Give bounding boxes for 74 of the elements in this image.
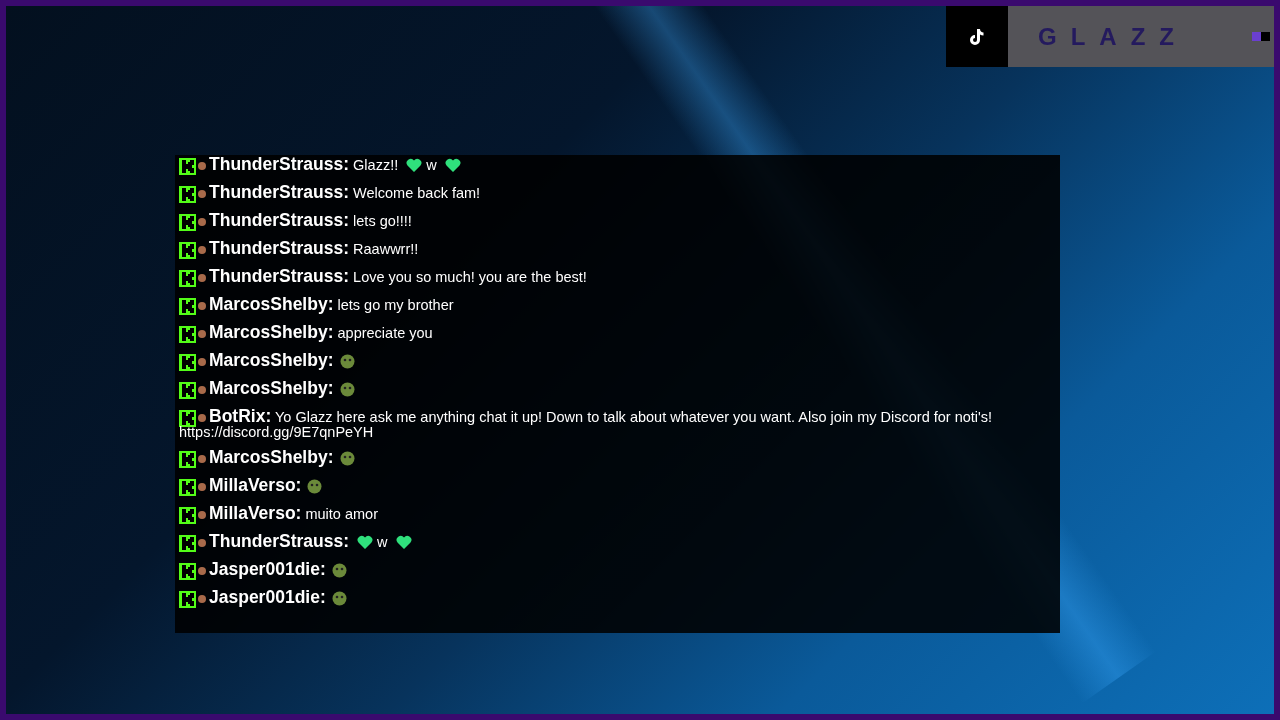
badge-icon xyxy=(198,218,206,226)
badge-icon xyxy=(198,358,206,366)
username: ThunderStrauss: xyxy=(209,266,350,286)
message-text: Welcome back fam! xyxy=(353,185,481,201)
message-text: appreciate you xyxy=(337,325,433,341)
username: ThunderStrauss: xyxy=(209,238,350,258)
square-icon xyxy=(1261,32,1270,41)
k-badge-icon xyxy=(179,214,196,231)
badge-icon xyxy=(198,414,206,422)
badge-icon xyxy=(198,511,206,519)
username: MarcosShelby: xyxy=(209,322,334,342)
badge-icon xyxy=(198,386,206,394)
message-text: lets go my brother xyxy=(337,297,454,313)
badge-icon xyxy=(198,162,206,170)
k-badge-icon xyxy=(179,535,196,552)
k-badge-icon xyxy=(179,410,196,427)
message-text: Glazz!! xyxy=(353,157,399,173)
k-badge-icon xyxy=(179,591,196,608)
heart-icon xyxy=(395,535,412,549)
username: MarcosShelby: xyxy=(209,447,334,467)
username: ThunderStrauss: xyxy=(209,154,350,174)
username: MillaVerso: xyxy=(209,503,302,523)
username: Jasper001die: xyxy=(209,559,326,579)
square-icon xyxy=(1252,32,1261,41)
badge-icon xyxy=(198,455,206,463)
k-badge-icon xyxy=(179,326,196,343)
emote-icon xyxy=(339,382,355,397)
k-badge-icon xyxy=(179,354,196,371)
username: MarcosShelby: xyxy=(209,350,334,370)
badge-icon xyxy=(198,190,206,198)
badge-icon xyxy=(198,567,206,575)
k-badge-icon xyxy=(179,563,196,580)
username: MillaVerso: xyxy=(209,475,302,495)
music-note-icon xyxy=(970,28,984,45)
k-badge-icon xyxy=(179,270,196,287)
username: BotRix: xyxy=(209,406,272,426)
k-badge-icon xyxy=(179,507,196,524)
badge-icon xyxy=(198,302,206,310)
heart-icon xyxy=(357,535,374,549)
badge-icon xyxy=(198,246,206,254)
message-text: w xyxy=(377,534,388,550)
username: Jasper001die: xyxy=(209,587,326,607)
brand-name: GLAZZ xyxy=(1038,21,1188,52)
k-badge-icon xyxy=(179,382,196,399)
message-text: Love you so much! you are the best! xyxy=(353,269,587,285)
username: MarcosShelby: xyxy=(209,378,334,398)
emote-icon xyxy=(307,479,323,494)
badge-icon xyxy=(198,274,206,282)
k-badge-icon xyxy=(179,479,196,496)
message-text: muito amor xyxy=(305,506,378,522)
username: ThunderStrauss: xyxy=(209,531,350,551)
message-text: Yo Glazz here ask me anything chat it up! Down to talk about whatever you want. Also join my Discord for noti's! xyxy=(275,409,993,425)
emote-icon xyxy=(339,451,355,466)
heart-icon xyxy=(406,158,423,172)
message-text: Raawwrr!! xyxy=(353,241,419,257)
link-text: https://discord.gg/9E7qnPeYH xyxy=(179,425,375,440)
badge-icon xyxy=(198,483,206,491)
emote-icon xyxy=(339,354,355,369)
emote-icon xyxy=(331,591,347,606)
badge-icon xyxy=(198,330,206,338)
k-badge-icon xyxy=(179,298,196,315)
badge-icon xyxy=(198,595,206,603)
k-badge-icon xyxy=(179,186,196,203)
username: MarcosShelby: xyxy=(209,294,334,314)
emote-icon xyxy=(331,563,347,578)
username: ThunderStrauss: xyxy=(209,182,350,202)
message-text: w xyxy=(426,157,437,173)
badge-icon xyxy=(198,539,206,547)
k-badge-icon xyxy=(179,158,196,175)
k-badge-icon xyxy=(179,242,196,259)
message-text: lets go!!!! xyxy=(353,213,412,229)
heart-icon xyxy=(444,158,461,172)
k-badge-icon xyxy=(179,451,196,468)
username: ThunderStrauss: xyxy=(209,210,350,230)
